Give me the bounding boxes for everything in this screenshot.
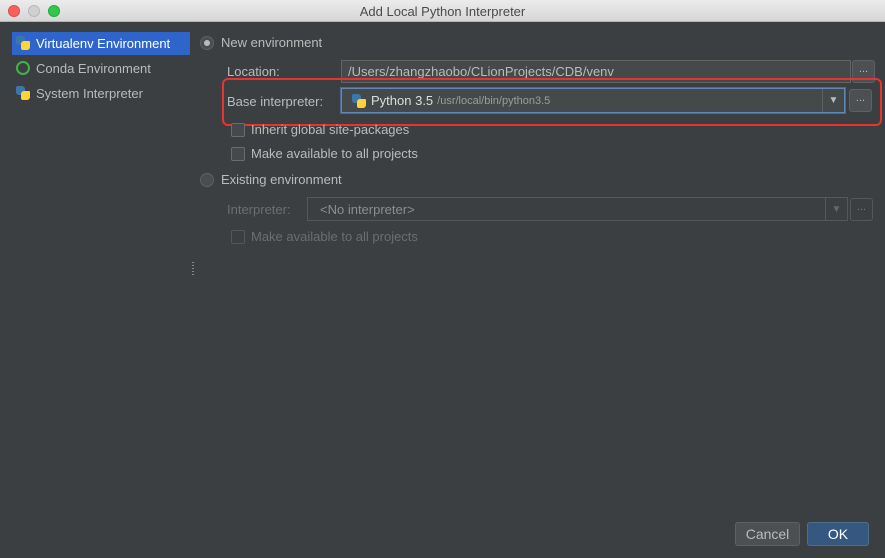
- existing-environment-label: Existing environment: [221, 172, 342, 187]
- inherit-packages-label: Inherit global site-packages: [251, 122, 410, 137]
- sidebar-item-virtualenv[interactable]: Virtualenv Environment: [12, 32, 190, 55]
- make-available-label: Make available to all projects: [251, 146, 418, 161]
- title-bar: Add Local Python Interpreter: [0, 0, 885, 22]
- ok-button[interactable]: OK: [807, 522, 869, 546]
- sidebar-item-label: Conda Environment: [36, 61, 151, 76]
- interpreter-value: <No interpreter>: [320, 202, 415, 217]
- sidebar-item-label: Virtualenv Environment: [36, 36, 171, 51]
- sidebar-item-system[interactable]: System Interpreter: [12, 82, 190, 105]
- interpreter-label: Interpreter:: [227, 202, 291, 217]
- location-label: Location:: [227, 64, 280, 79]
- existing-make-available-checkbox[interactable]: [231, 230, 245, 244]
- window-title: Add Local Python Interpreter: [359, 4, 526, 19]
- chevron-down-icon: ▼: [825, 198, 847, 220]
- interpreter-select[interactable]: <No interpreter> ▼: [307, 197, 848, 221]
- conda-icon: [16, 60, 32, 77]
- cancel-button[interactable]: Cancel: [735, 522, 800, 546]
- inherit-packages-checkbox[interactable]: [231, 123, 245, 137]
- new-environment-label: New environment: [221, 35, 323, 50]
- new-environment-radio[interactable]: [200, 36, 214, 50]
- existing-environment-radio[interactable]: [200, 173, 214, 187]
- sidebar-item-conda[interactable]: Conda Environment: [12, 57, 190, 80]
- environment-type-list: Virtualenv Environment Conda Environment…: [0, 22, 192, 558]
- python-icon: [16, 85, 32, 102]
- highlight-annotation: [222, 78, 882, 126]
- make-available-checkbox[interactable]: [231, 147, 245, 161]
- sidebar-item-label: System Interpreter: [36, 86, 143, 101]
- interpreter-browse-button[interactable]: ...: [850, 198, 873, 221]
- splitter-handle[interactable]: [192, 262, 194, 276]
- existing-make-available-label: Make available to all projects: [251, 229, 418, 244]
- python-icon: [16, 35, 32, 52]
